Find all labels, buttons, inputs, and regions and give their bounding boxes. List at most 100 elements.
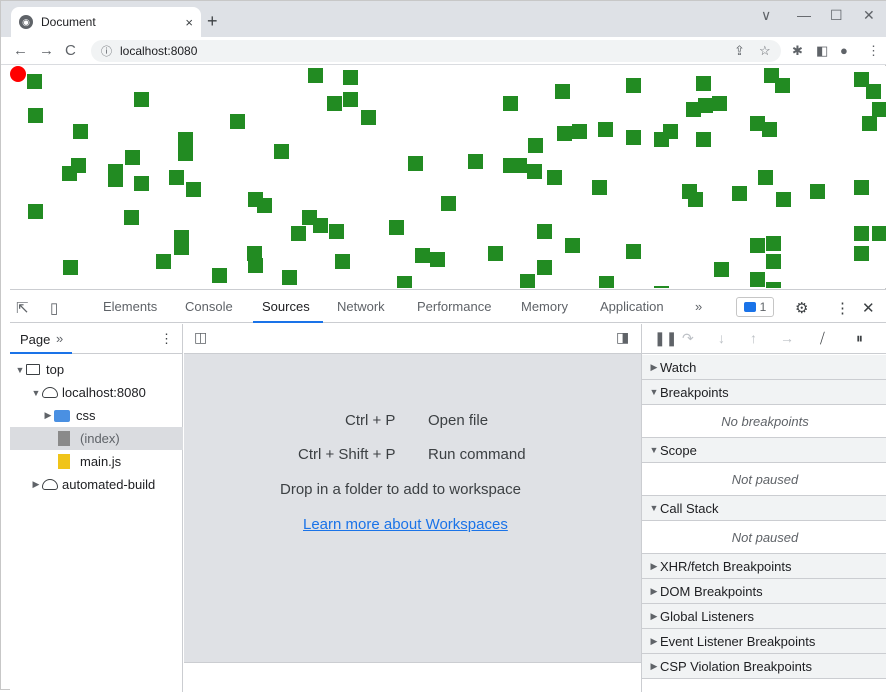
- share-icon[interactable]: ⇪: [734, 43, 745, 59]
- obstacle-square: [468, 154, 483, 169]
- reload-icon[interactable]: C: [65, 42, 76, 59]
- close-devtools-icon[interactable]: ✕: [862, 299, 875, 317]
- minimize-button[interactable]: —: [797, 7, 811, 23]
- info-icon[interactable]: ⓘ: [101, 43, 112, 59]
- tree-item-mainjs[interactable]: main.js: [10, 450, 183, 473]
- device-toggle-icon[interactable]: ▯: [50, 299, 58, 317]
- shortcut-open-file-label: Open file: [428, 412, 489, 429]
- tree-label: localhost:8080: [62, 385, 146, 400]
- close-window-button[interactable]: ✕: [863, 7, 875, 24]
- obstacle-square: [626, 244, 641, 259]
- menu-icon[interactable]: ⋮: [867, 43, 880, 59]
- section-csp-breakpoints[interactable]: ▶ CSP Violation Breakpoints: [642, 654, 886, 679]
- page-canvas[interactable]: [10, 66, 886, 288]
- pause-on-exceptions-icon[interactable]: ⏸: [856, 330, 863, 347]
- obstacle-square: [537, 224, 552, 239]
- game-canvas[interactable]: [10, 66, 886, 288]
- tab-elements[interactable]: Elements: [103, 299, 157, 314]
- obstacle-square: [520, 274, 535, 288]
- inspect-element-icon[interactable]: ⇱: [16, 299, 29, 317]
- section-dom-breakpoints[interactable]: ▶ DOM Breakpoints: [642, 579, 886, 604]
- obstacle-square: [335, 254, 350, 269]
- browser-tab[interactable]: ◉ Document ×: [11, 7, 201, 37]
- obstacle-square: [537, 260, 552, 275]
- obstacle-square: [654, 286, 669, 288]
- settings-gear-icon[interactable]: ⚙: [795, 299, 808, 317]
- more-tabs-button[interactable]: »: [695, 299, 702, 314]
- expand-triangle-icon[interactable]: ▼: [30, 388, 42, 398]
- obstacle-square: [503, 96, 518, 111]
- tab-page[interactable]: Page: [20, 332, 50, 347]
- tree-item-localhost[interactable]: ▼ localhost:8080: [10, 381, 183, 404]
- toggle-navigator-icon[interactable]: ◫: [194, 329, 207, 346]
- tab-console[interactable]: Console: [185, 299, 233, 314]
- profile-icon[interactable]: ●: [840, 43, 848, 58]
- debugger-sidebar: ❚❚ ↷ ↓ ↑ → ⧸ ⏸ ▶ Watch ▼ Breakpoints No …: [641, 324, 886, 692]
- tab-performance[interactable]: Performance: [417, 299, 491, 314]
- forward-icon[interactable]: →: [39, 42, 54, 59]
- back-icon[interactable]: ←: [13, 42, 28, 59]
- obstacle-square: [626, 78, 641, 93]
- obstacle-square: [854, 180, 869, 195]
- section-breakpoints[interactable]: ▼ Breakpoints: [642, 380, 886, 405]
- side-panel-icon[interactable]: ◧: [816, 43, 828, 59]
- section-scope[interactable]: ▼ Scope: [642, 438, 886, 463]
- obstacle-square: [663, 124, 678, 139]
- pause-icon[interactable]: ❚❚: [654, 330, 677, 347]
- tab-sources[interactable]: Sources: [262, 299, 310, 314]
- obstacle-square: [343, 70, 358, 85]
- tree-label: automated-build: [62, 477, 156, 492]
- address-bar[interactable]: ⓘ localhost:8080: [91, 40, 781, 62]
- navigator-more-button[interactable]: »: [56, 331, 63, 346]
- step-icon[interactable]: →: [780, 330, 794, 346]
- obstacle-square: [766, 254, 781, 269]
- tab-search-icon[interactable]: ∨: [761, 7, 771, 24]
- section-watch[interactable]: ▶ Watch: [642, 355, 886, 380]
- tab-close-icon[interactable]: ×: [185, 15, 193, 30]
- obstacle-square: [186, 182, 201, 197]
- obstacle-square: [572, 124, 587, 139]
- section-global-listeners[interactable]: ▶ Global Listeners: [642, 604, 886, 629]
- new-tab-button[interactable]: +: [207, 11, 218, 32]
- obstacle-square: [592, 180, 607, 195]
- obstacle-square: [71, 158, 86, 173]
- navigator-header: Page » ⋮: [10, 324, 182, 354]
- extensions-icon[interactable]: ✱: [792, 43, 803, 59]
- workspaces-link[interactable]: Learn more about Workspaces: [303, 516, 508, 533]
- toggle-debugger-icon[interactable]: ◨: [616, 329, 629, 346]
- section-xhr-breakpoints[interactable]: ▶ XHR/fetch Breakpoints: [642, 554, 886, 579]
- obstacle-square: [248, 258, 263, 273]
- obstacle-square: [547, 170, 562, 185]
- obstacle-square: [766, 236, 781, 251]
- obstacle-square: [862, 116, 877, 131]
- expand-triangle-icon: ▼: [649, 445, 659, 455]
- step-out-icon[interactable]: ↑: [750, 330, 757, 346]
- obstacle-square: [557, 126, 572, 141]
- tree-item-css[interactable]: ▶ css: [10, 404, 183, 427]
- obstacle-square: [698, 98, 713, 113]
- tab-network[interactable]: Network: [337, 299, 385, 314]
- step-into-icon[interactable]: ↓: [718, 330, 725, 346]
- tree-item-top[interactable]: ▼ top: [10, 358, 183, 381]
- issues-badge[interactable]: 1: [736, 297, 774, 317]
- section-event-listener-breakpoints[interactable]: ▶ Event Listener Breakpoints: [642, 629, 886, 654]
- bookmark-star-icon[interactable]: ☆: [759, 43, 771, 59]
- collapse-triangle-icon[interactable]: ▶: [30, 479, 42, 490]
- tree-item-index[interactable]: (index): [10, 427, 183, 450]
- obstacle-square: [712, 96, 727, 111]
- tab-application[interactable]: Application: [600, 299, 664, 314]
- expand-triangle-icon[interactable]: ▼: [14, 365, 26, 375]
- title-bar: ◉ Document × + ∨ — ☐ ✕: [1, 1, 886, 37]
- step-over-icon[interactable]: ↷: [682, 330, 694, 347]
- devtools-menu-icon[interactable]: ⋮: [835, 299, 850, 317]
- section-title: Watch: [660, 359, 697, 375]
- tree-item-automated-build[interactable]: ▶ automated-build: [10, 473, 183, 496]
- section-call-stack[interactable]: ▼ Call Stack: [642, 496, 886, 521]
- obstacle-square: [872, 102, 886, 117]
- navigator-menu-icon[interactable]: ⋮: [160, 331, 173, 347]
- collapse-triangle-icon[interactable]: ▶: [42, 410, 54, 421]
- maximize-button[interactable]: ☐: [830, 7, 843, 24]
- tab-memory[interactable]: Memory: [521, 299, 568, 314]
- message-icon: [743, 302, 756, 312]
- deactivate-breakpoints-icon[interactable]: ⧸: [820, 330, 825, 347]
